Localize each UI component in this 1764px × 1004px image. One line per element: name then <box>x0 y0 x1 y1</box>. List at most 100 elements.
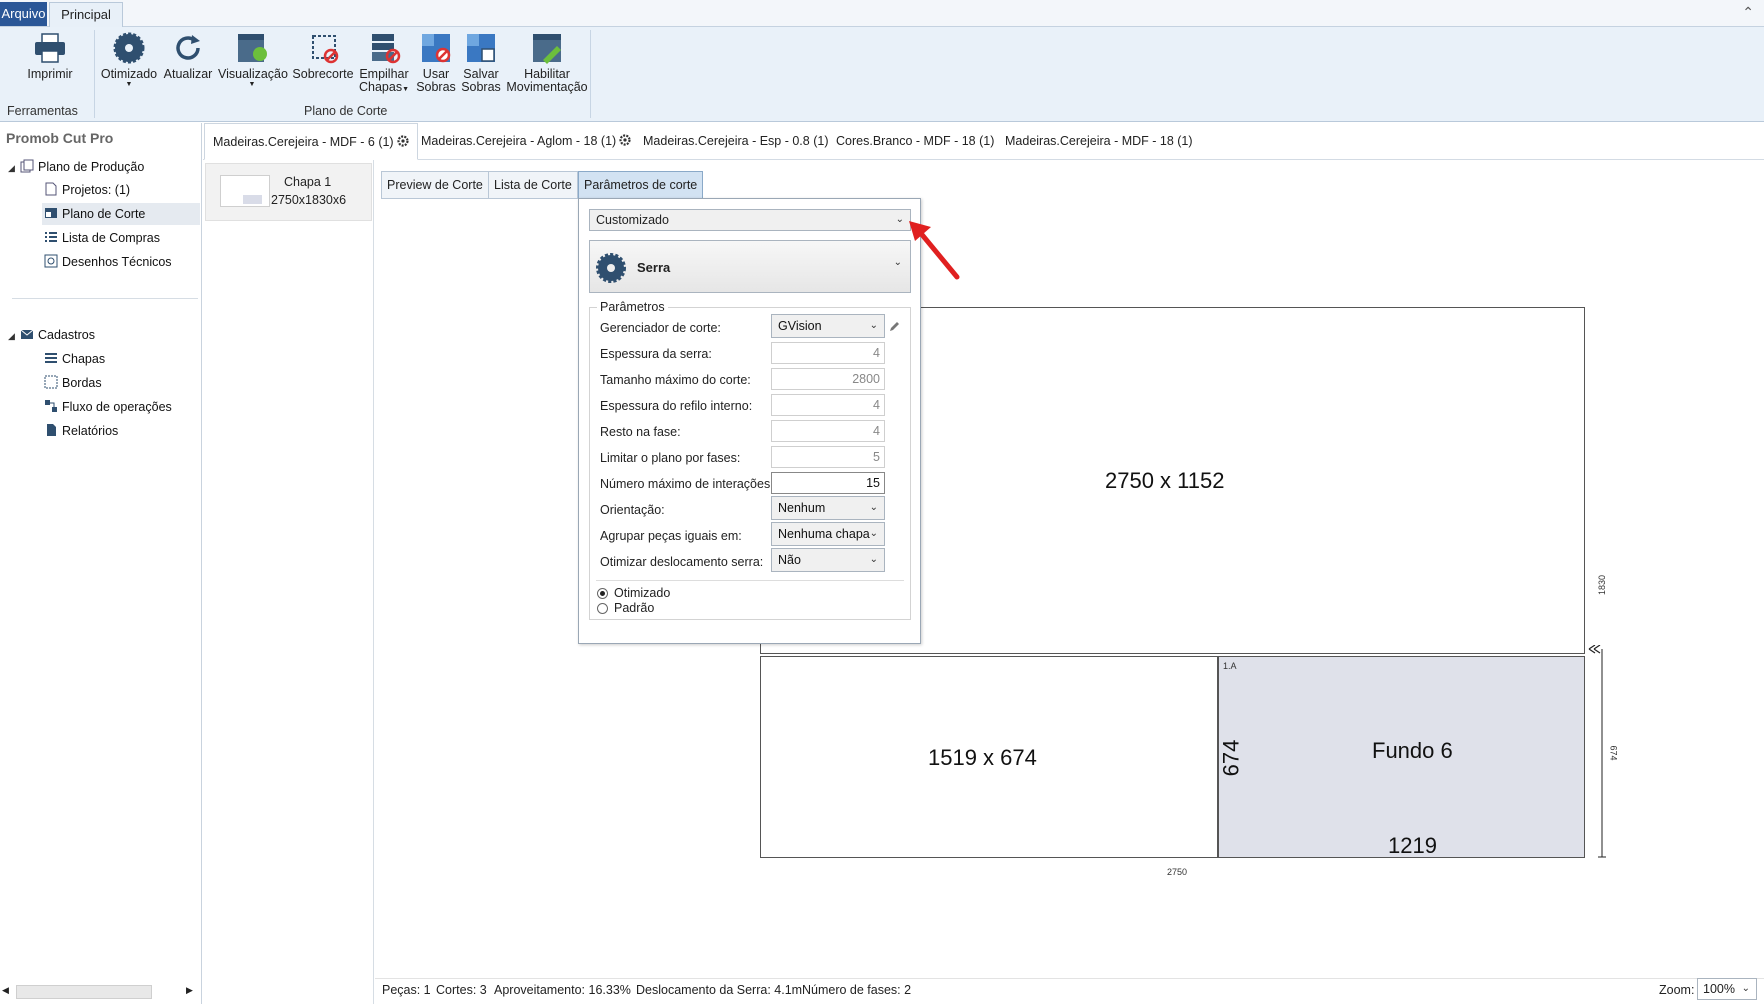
zoom-label: Zoom: <box>1659 983 1695 997</box>
group-separator <box>590 30 591 118</box>
max-iterations-input[interactable]: 15 <box>771 472 885 494</box>
save-leftovers-label-1: Salvar <box>463 67 499 81</box>
refresh-button[interactable]: Atualizar <box>163 32 213 81</box>
group-separator <box>94 30 95 118</box>
group-equal-select[interactable]: Nenhuma chapa ⌄ <box>771 522 885 546</box>
sidebar-horizontal-scrollbar[interactable] <box>16 985 152 999</box>
overcut-label: Sobrecorte <box>292 67 354 81</box>
tree-label: Relatórios <box>62 424 119 438</box>
overcut-button[interactable]: Sobrecorte <box>291 32 355 81</box>
tree-item-operations-flow[interactable]: Fluxo de operações <box>44 399 172 414</box>
stack-label-2: Chapas <box>358 80 403 94</box>
trim-thickness-input[interactable]: 4 <box>771 394 885 416</box>
tree-item-reports[interactable]: Relatórios <box>44 423 118 438</box>
tree-item-shopping-list[interactable]: Lista de Compras <box>44 230 160 245</box>
material-tab-label: Madeiras.Cerejeira - Aglom - 18 (1) <box>421 134 617 148</box>
use-leftovers-button[interactable]: Usar Sobras <box>414 32 458 94</box>
save-leftovers-icon <box>467 34 495 62</box>
preview-cut-button[interactable]: Preview de Corte <box>381 171 489 199</box>
piece-width-label: 1219 <box>1388 833 1437 858</box>
mode-default-radio[interactable] <box>597 603 608 614</box>
stack-sheets-button[interactable]: Empilhar Chapas▼ <box>358 32 410 96</box>
print-label: Imprimir <box>27 67 73 81</box>
overcut-icon <box>312 35 339 64</box>
view-button[interactable]: Visualização ▼ <box>218 32 288 89</box>
technical-drawing-icon <box>44 254 58 268</box>
enable-label-1: Habilitar <box>524 67 570 81</box>
mode-optimized-radio[interactable] <box>597 588 608 599</box>
saw-blade-icon <box>113 32 145 64</box>
chevron-down-icon: ⌄ <box>869 320 878 331</box>
sheet-name: Chapa 1 <box>284 175 332 189</box>
tree-item-edges[interactable]: Bordas <box>44 375 102 390</box>
tree-item-registers[interactable]: ◢ Cadastros <box>8 327 95 342</box>
saw-blade-icon <box>596 253 626 283</box>
scroll-right-icon[interactable]: ▶ <box>186 985 193 996</box>
param-label-saw-thickness: Espessura da serra: <box>600 347 712 361</box>
tree-label: Plano de Corte <box>62 207 146 221</box>
stack-label-1: Empilhar <box>359 67 409 81</box>
status-cuts: Cortes: 3 <box>436 983 487 997</box>
max-cut-size-input[interactable]: 2800 <box>771 368 885 390</box>
ribbon: Imprimir Otimizado ▼ Atualizar Visualizaç… <box>0 27 1764 122</box>
sidebar-divider <box>12 298 198 299</box>
leftover-top-dimension: 2750 x 1152 <box>1105 468 1225 493</box>
optimized-button[interactable]: Otimizado ▼ <box>100 32 158 89</box>
gear-icon[interactable] <box>619 134 631 146</box>
pencil-icon[interactable] <box>888 320 901 333</box>
material-tab-3[interactable]: Cores.Branco - MDF - 18 (1) <box>828 123 1002 160</box>
cut-params-button[interactable]: Parâmetros de corte <box>578 171 704 199</box>
optimize-travel-select[interactable]: Não ⌄ <box>771 548 885 572</box>
tree-item-production-plan[interactable]: ◢ Plano de Produção <box>8 159 144 174</box>
report-icon <box>47 424 56 436</box>
material-tab-label: Cores.Branco - MDF - 18 (1) <box>836 134 995 148</box>
material-tab-4[interactable]: Madeiras.Cerejeira - MDF - 18 (1) <box>997 123 1201 160</box>
orientation-select[interactable]: Nenhum ⌄ <box>771 496 885 520</box>
edges-icon <box>44 375 58 389</box>
enable-movement-button[interactable]: Habilitar Movimentação <box>506 32 588 94</box>
status-usage: Aproveitamento: 16.33% <box>494 983 631 997</box>
tab-principal[interactable]: Principal <box>49 2 123 27</box>
material-tab-1[interactable]: Madeiras.Cerejeira - Aglom - 18 (1) <box>413 123 639 160</box>
collapse-ribbon-icon[interactable]: ⌃ <box>1742 4 1754 21</box>
tab-arquivo[interactable]: Arquivo <box>0 2 47 26</box>
view-layout-icon <box>238 34 267 62</box>
ribbon-tab-bar <box>0 0 1764 27</box>
tree-item-technical-drawings[interactable]: Desenhos Técnicos <box>44 254 172 269</box>
phase-rest-input[interactable]: 4 <box>771 420 885 442</box>
use-leftovers-label-1: Usar <box>422 67 450 81</box>
print-button[interactable]: Imprimir <box>22 32 78 81</box>
cut-plan-icon <box>45 208 57 218</box>
use-leftovers-label-2: Sobras <box>416 80 456 94</box>
gear-icon[interactable] <box>396 135 409 147</box>
saw-thickness-input[interactable]: 4 <box>771 342 885 364</box>
preset-select[interactable]: Customizado ⌄ <box>589 209 911 231</box>
group-label-tools: Ferramentas <box>7 104 78 118</box>
chevron-down-icon: ⌄ <box>895 214 904 225</box>
phase-limit-input[interactable]: 5 <box>771 446 885 468</box>
scroll-left-icon[interactable]: ◀ <box>2 985 9 996</box>
tree-item-sheets[interactable]: Chapas <box>44 351 105 366</box>
tree-label: Bordas <box>62 376 102 390</box>
sheet-thumbnail-piece <box>243 195 262 204</box>
material-tab-label: Madeiras.Cerejeira - Esp - 0.8 (1) <box>643 134 829 148</box>
tree-label: Desenhos Técnicos <box>62 255 172 269</box>
tree-item-cut-plan[interactable]: Plano de Corte <box>44 206 145 221</box>
save-leftovers-button[interactable]: Salvar Sobras <box>459 32 503 94</box>
cut-list-button[interactable]: Lista de Corte <box>488 171 578 199</box>
tree-label: Fluxo de operações <box>62 400 172 414</box>
printer-icon <box>35 33 65 63</box>
param-label-cut-manager: Gerenciador de corte: <box>600 321 721 335</box>
tool-label: Serra <box>637 260 671 275</box>
material-tab-0[interactable]: Madeiras.Cerejeira - MDF - 6 (1) <box>204 123 418 160</box>
sidebar: Promob Cut Pro ◢ Plano de Produção Projet… <box>0 123 202 1004</box>
collapse-triangle-icon[interactable]: ◢ <box>8 163 18 174</box>
sidebar-title: Promob Cut Pro <box>6 130 114 146</box>
tree-item-projects[interactable]: Projetos: (1) <box>44 182 130 197</box>
material-tab-2[interactable]: Madeiras.Cerejeira - Esp - 0.8 (1) <box>635 123 836 160</box>
zoom-select[interactable]: 100% ⌄ <box>1697 978 1757 1000</box>
param-label-phase-rest: Resto na fase: <box>600 425 681 439</box>
piece-id: 1.A <box>1223 661 1237 671</box>
cut-manager-select[interactable]: GVision ⌄ <box>771 314 885 338</box>
collapse-triangle-icon[interactable]: ◢ <box>8 331 18 342</box>
